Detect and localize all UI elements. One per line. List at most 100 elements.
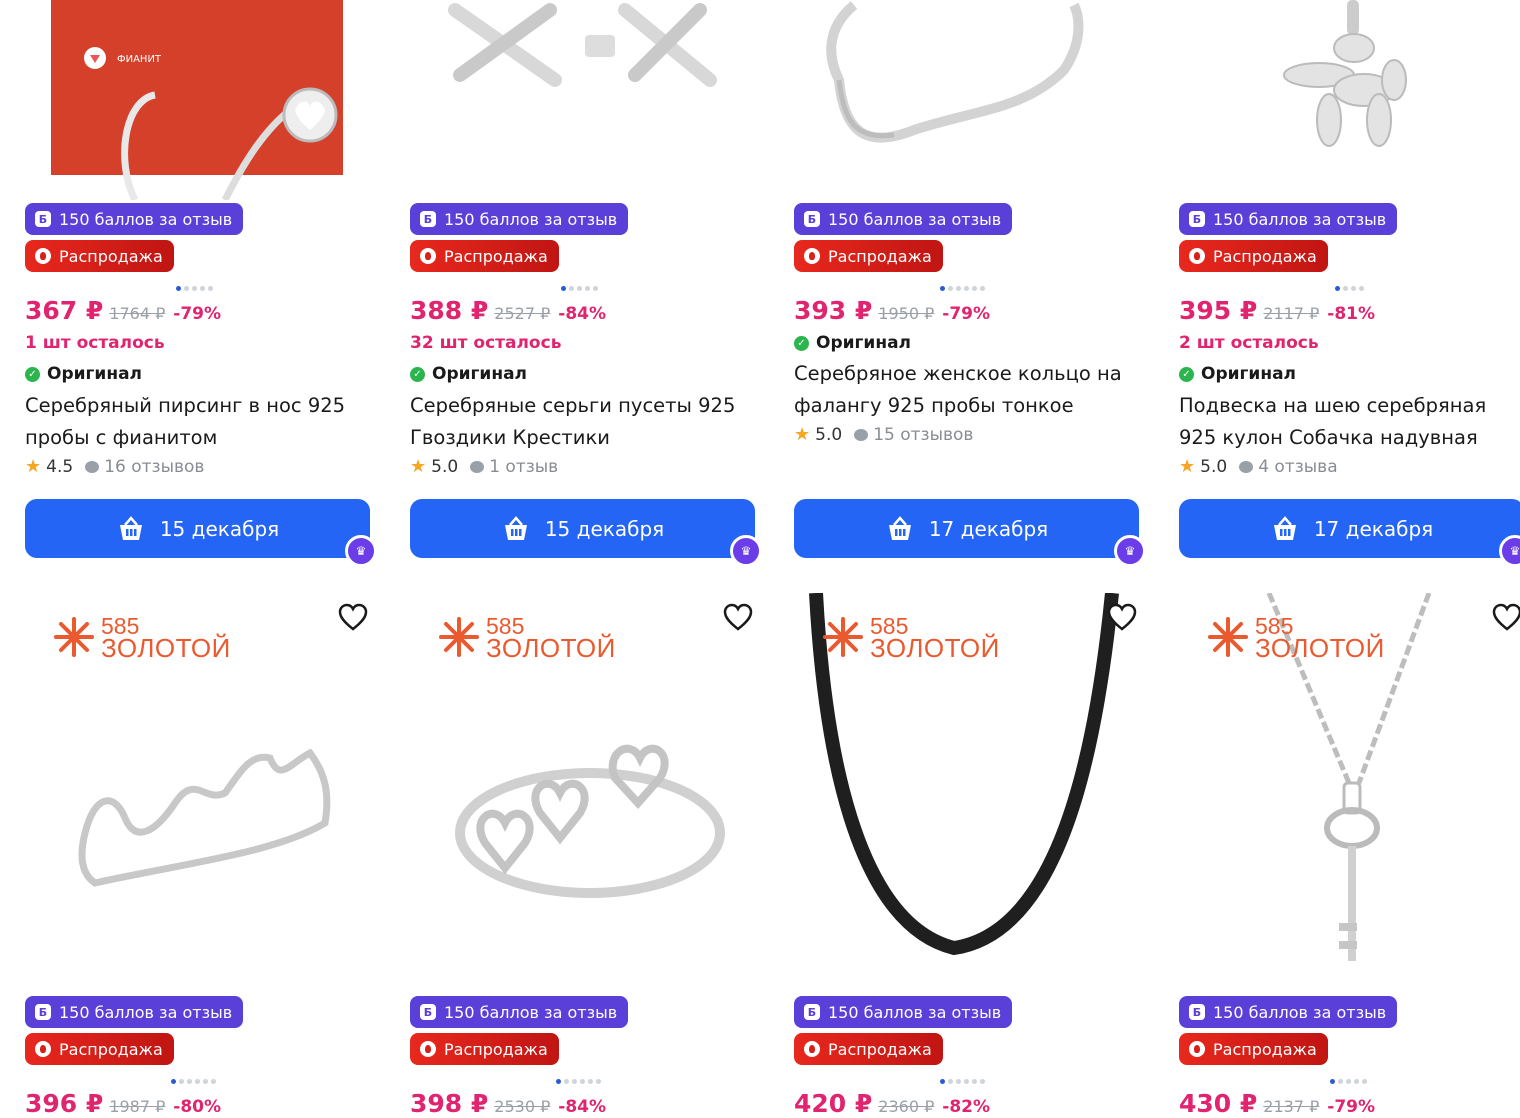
image-dots [171, 1079, 216, 1085]
price: 393 ₽ 1950 ₽ -79% [794, 296, 990, 325]
original-badge: ✓ Оригинал [25, 364, 142, 384]
image-dots [1330, 1079, 1367, 1085]
fire-icon [35, 248, 51, 264]
review-count[interactable]: 15 отзывов [873, 425, 973, 445]
check-icon: ✓ [410, 366, 425, 382]
image-dots [1335, 286, 1364, 292]
delivery-date: 15 декабря [544, 516, 665, 541]
stock-left: 2 шт осталось [1179, 333, 1319, 353]
product-image[interactable]: 585 ЗОЛОТОЙ [794, 593, 1139, 988]
discount: -84% [558, 1097, 607, 1117]
points-badge: Б 150 баллов за отзыв [25, 996, 244, 1028]
rating: ★ 4.5 16 отзывов [25, 456, 204, 477]
current-price: 393 ₽ [794, 296, 873, 325]
favorite-heart-icon[interactable] [1492, 603, 1520, 633]
add-to-cart-button[interactable]: 17 декабря ♛ [794, 499, 1146, 567]
price: 396 ₽ 1987 ₽ -80% [25, 1089, 221, 1118]
fire-icon [35, 1041, 51, 1057]
crown-icon: ♛ [1114, 535, 1146, 567]
image-dots [176, 286, 213, 292]
product-title[interactable]: Серебряный пирсинг в нос 925 пробы с фиа… [25, 390, 370, 454]
current-price: 396 ₽ [25, 1089, 104, 1118]
product-image[interactable]: 585 ЗОЛОТОЙ [25, 593, 370, 988]
review-count[interactable]: 16 отзывов [104, 457, 204, 477]
points-label: 150 баллов за отзыв [1213, 209, 1387, 229]
sale-badge: Распродажа [25, 1033, 174, 1065]
original-badge: ✓ Оригинал [1179, 364, 1296, 384]
product-image[interactable] [794, 0, 1139, 200]
points-icon: Б [420, 1004, 436, 1020]
fire-icon [804, 248, 820, 264]
sale-label: Распродажа [59, 1039, 163, 1059]
points-label: 150 баллов за отзыв [59, 209, 233, 229]
product-image[interactable]: ФИАНИТ [25, 0, 370, 200]
star-icon: ★ [410, 456, 427, 477]
sale-badge: Распродажа [794, 240, 943, 272]
points-icon: Б [804, 1004, 820, 1020]
rating-value: 5.0 [1200, 456, 1228, 477]
price: 420 ₽ 2360 ₽ -82% [794, 1089, 990, 1118]
sparkle-icon [439, 617, 479, 657]
sale-label: Распродажа [828, 246, 932, 266]
favorite-heart-icon[interactable] [1107, 603, 1137, 633]
points-icon: Б [1189, 1004, 1205, 1020]
price: 395 ₽ 2117 ₽ -81% [1179, 296, 1375, 325]
comment-icon [470, 460, 485, 473]
image-dots [940, 286, 985, 292]
product-image[interactable] [1179, 0, 1520, 200]
product-title[interactable]: Серебряное женское кольцо на фалангу 925… [794, 358, 1139, 422]
old-price: 2527 ₽ [494, 304, 551, 323]
discount: -80% [173, 1097, 222, 1117]
old-price: 1950 ₽ [878, 304, 935, 323]
sale-label: Распродажа [828, 1039, 932, 1059]
points-badge: Б 150 баллов за отзыв [410, 203, 629, 235]
points-badge: Б 150 баллов за отзыв [25, 203, 244, 235]
favorite-heart-icon[interactable] [338, 603, 368, 633]
product-title[interactable]: Подвеска на шею серебряная 925 кулон Соб… [1179, 390, 1520, 454]
image-dots [561, 286, 598, 292]
old-price: 2137 ₽ [1263, 1097, 1320, 1116]
sale-badge: Распродажа [25, 240, 174, 272]
review-count[interactable]: 4 отзыва [1258, 457, 1337, 477]
rating-value: 4.5 [46, 456, 74, 477]
add-to-cart-button[interactable]: 17 декабря ♛ [1179, 499, 1520, 567]
sale-label: Распродажа [59, 246, 163, 266]
rating-value: 5.0 [815, 424, 843, 445]
rating: ★ 5.0 1 отзыв [410, 456, 558, 477]
review-count[interactable]: 1 отзыв [489, 457, 558, 477]
old-price: 2117 ₽ [1263, 304, 1320, 323]
product-title[interactable]: Серебряные серьги пусеты 925 Гвоздики Кр… [410, 390, 755, 454]
points-label: 150 баллов за отзыв [444, 1002, 618, 1022]
price: 398 ₽ 2530 ₽ -84% [410, 1089, 606, 1118]
product-image[interactable]: 585 ЗОЛОТОЙ [410, 593, 755, 988]
check-icon: ✓ [1179, 366, 1194, 382]
crown-icon: ♛ [730, 535, 762, 567]
product-image[interactable] [410, 0, 755, 200]
add-to-cart-button[interactable]: 15 декабря ♛ [410, 499, 762, 567]
favorite-heart-icon[interactable] [723, 603, 753, 633]
fire-icon [420, 248, 436, 264]
add-to-cart-button[interactable]: 15 декабря ♛ [25, 499, 377, 567]
price: 388 ₽ 2527 ₽ -84% [410, 296, 606, 325]
original-badge: ✓ Оригинал [410, 364, 527, 384]
basket-icon [888, 515, 911, 540]
stock-left: 1 шт осталось [25, 333, 165, 353]
brand-logo: 585 ЗОЛОТОЙ [1207, 615, 1385, 663]
star-icon: ★ [25, 456, 42, 477]
points-badge: Б 150 баллов за отзыв [794, 203, 1013, 235]
rating: ★ 5.0 15 отзывов [794, 424, 973, 445]
old-price: 1987 ₽ [109, 1097, 166, 1116]
product-image[interactable]: 585 ЗОЛОТОЙ [1179, 593, 1520, 988]
fire-icon [1189, 248, 1205, 264]
points-badge: Б 150 баллов за отзыв [410, 996, 629, 1028]
sale-label: Распродажа [444, 1039, 548, 1059]
current-price: 388 ₽ [410, 296, 489, 325]
basket-icon [119, 515, 142, 540]
delivery-date: 17 декабря [1313, 516, 1434, 541]
sale-label: Распродажа [1213, 246, 1317, 266]
check-icon: ✓ [25, 366, 40, 382]
fire-icon [804, 1041, 820, 1057]
star-icon: ★ [1179, 456, 1196, 477]
basket-icon [504, 515, 527, 540]
brand-name: ЗОЛОТОЙ [1255, 633, 1385, 663]
